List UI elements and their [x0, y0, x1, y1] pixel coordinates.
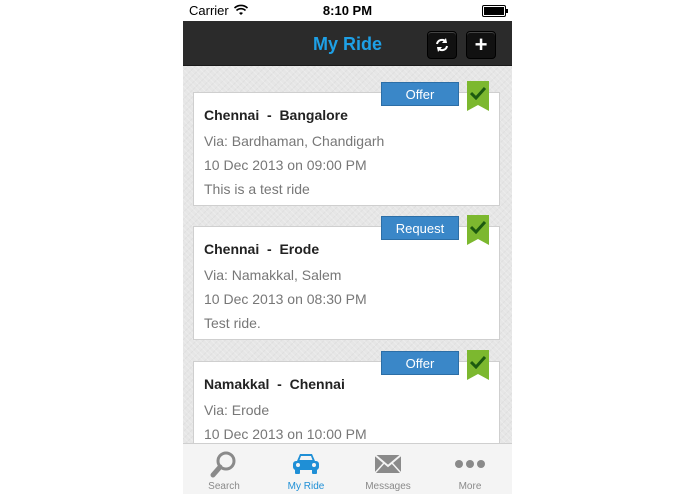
ride-card[interactable]: Namakkal - Chennai Via: Erode 10 Dec 201… — [193, 350, 500, 443]
checkmark-icon — [470, 355, 486, 369]
ride-card[interactable]: Chennai - Bangalore Via: Bardhaman, Chan… — [193, 81, 500, 206]
ride-datetime: 10 Dec 2013 on 10:00 PM — [204, 426, 367, 442]
ride-datetime: 10 Dec 2013 on 09:00 PM — [204, 157, 367, 173]
ride-route: Chennai - Bangalore — [204, 107, 348, 123]
ride-datetime: 10 Dec 2013 on 08:30 PM — [204, 291, 367, 307]
ride-type-badge: Offer — [381, 351, 459, 375]
ride-type-badge: Request — [381, 216, 459, 240]
tab-bar: Search My Ride Messages More — [183, 443, 512, 494]
search-icon — [210, 451, 236, 478]
tab-more[interactable]: More — [429, 444, 511, 494]
bookmark-check-icon[interactable] — [467, 81, 489, 111]
ride-via: Via: Erode — [204, 402, 270, 418]
plus-icon: + — [474, 32, 488, 57]
car-icon — [293, 454, 319, 474]
tab-label: My Ride — [287, 481, 325, 492]
ride-card[interactable]: Chennai - Erode Via: Namakkal, Salem 10 … — [193, 215, 500, 340]
ride-type-badge: Offer — [381, 82, 459, 106]
tab-label: Messages — [365, 481, 411, 492]
phone-screen: Carrier 8:10 PM My Ride + Chennai - Bang… — [183, 0, 512, 494]
more-dots-icon — [455, 460, 485, 468]
page-title: My Ride — [312, 34, 382, 54]
ride-route: Namakkal - Chennai — [204, 376, 345, 392]
ride-note: This is a test ride — [204, 181, 310, 197]
ride-via: Via: Bardhaman, Chandigarh — [204, 133, 385, 149]
envelope-icon — [374, 454, 402, 474]
tab-label: More — [458, 481, 482, 492]
refresh-button[interactable] — [427, 31, 457, 59]
tab-label: Search — [208, 481, 240, 492]
bookmark-check-icon[interactable] — [467, 215, 489, 245]
status-bar: Carrier 8:10 PM — [183, 0, 512, 21]
ride-note: Test ride. — [204, 315, 261, 331]
checkmark-icon — [470, 220, 486, 234]
ride-route: Chennai - Erode — [204, 241, 320, 257]
tab-messages[interactable]: Messages — [347, 444, 429, 494]
checkmark-icon — [470, 86, 486, 100]
add-ride-button[interactable]: + — [466, 31, 496, 59]
ride-list[interactable]: Chennai - Bangalore Via: Bardhaman, Chan… — [183, 66, 512, 443]
battery-icon — [482, 5, 508, 17]
tab-my-ride[interactable]: My Ride — [265, 444, 347, 494]
navigation-bar: My Ride + — [183, 21, 512, 66]
ride-via: Via: Namakkal, Salem — [204, 267, 342, 283]
bookmark-check-icon[interactable] — [467, 350, 489, 380]
tab-search[interactable]: Search — [183, 444, 265, 494]
refresh-icon — [436, 38, 448, 52]
clock: 8:10 PM — [322, 3, 373, 18]
